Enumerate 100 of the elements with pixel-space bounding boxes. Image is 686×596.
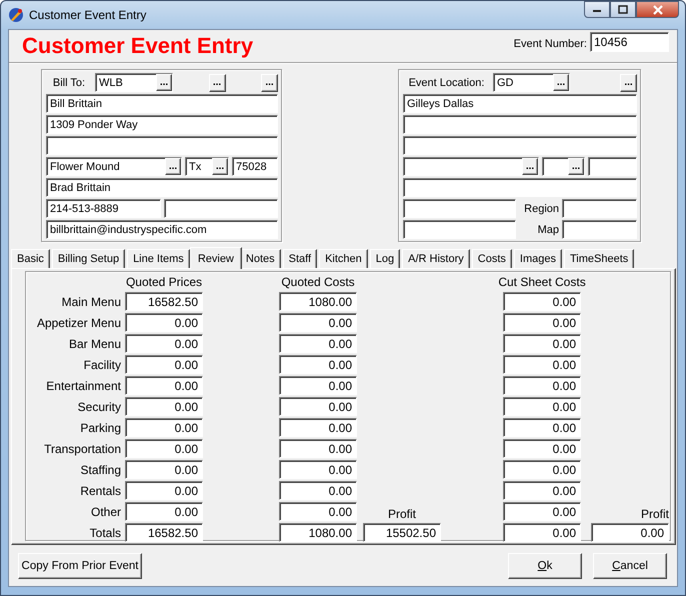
input-field[interactable]	[164, 199, 278, 218]
tab[interactable]: Billing Setup	[52, 249, 126, 268]
input-field[interactable]: 1309 Ponder Way	[46, 115, 278, 134]
tab[interactable]: A/R History	[402, 249, 470, 268]
amount-field[interactable]: 0.00	[279, 418, 357, 437]
amount-field[interactable]: 0.00	[503, 439, 581, 458]
input-field[interactable]	[562, 220, 637, 239]
amount-field[interactable]: 1080.00	[279, 523, 357, 542]
amount-field[interactable]: 1080.00	[279, 292, 357, 311]
amount-field[interactable]: 0.00	[279, 502, 357, 521]
amount-field[interactable]: 0.00	[503, 460, 581, 479]
amount-field[interactable]: 0.00	[125, 460, 203, 479]
tab[interactable]: Costs	[472, 249, 512, 268]
amount-field[interactable]: 0.00	[125, 355, 203, 374]
input-field[interactable]	[403, 220, 516, 239]
amount-field[interactable]: 0.00	[503, 313, 581, 332]
amount-field[interactable]: 0.00	[279, 397, 357, 416]
amount-field[interactable]: 0.00	[279, 334, 357, 353]
column-heading: Quoted Prices	[126, 275, 202, 289]
amount-field[interactable]: 0.00	[279, 355, 357, 374]
input-field[interactable]	[562, 199, 637, 218]
lookup-button[interactable]: ...	[261, 74, 278, 92]
lookup-button[interactable]: ...	[156, 74, 172, 91]
amount-field[interactable]: 0.00	[503, 523, 581, 542]
input-field[interactable]	[403, 136, 637, 155]
column-heading: Profit	[640, 507, 669, 521]
tab[interactable]: TimeSheets	[564, 249, 634, 268]
tab[interactable]: Line Items	[127, 249, 190, 268]
lookup-button[interactable]: ...	[568, 158, 584, 175]
tab[interactable]: Kitchen	[319, 249, 368, 268]
field-label: Event Location:	[408, 76, 486, 88]
form-title: Customer Event Entry	[22, 33, 254, 59]
tab[interactable]: Images	[514, 249, 562, 268]
tab[interactable]: Staff	[282, 249, 318, 268]
input-field[interactable]: ...	[403, 157, 539, 176]
event-number-field[interactable]: 10456	[590, 32, 669, 52]
amount-field[interactable]: 0.00	[279, 460, 357, 479]
input-field[interactable]: 214-513-8889	[46, 199, 160, 218]
amount-field[interactable]: 0.00	[125, 481, 203, 500]
lookup-button[interactable]: ...	[165, 158, 181, 175]
input-field[interactable]: WLB ...	[95, 73, 173, 92]
input-field[interactable]	[588, 157, 637, 176]
dialog-button[interactable]: Ok	[508, 552, 582, 578]
amount-field[interactable]: 0.00	[125, 334, 203, 353]
amount-field[interactable]: 0.00	[503, 481, 581, 500]
amount-field[interactable]: 16582.50	[125, 523, 203, 542]
maximize-button[interactable]	[610, 1, 636, 18]
amount-field[interactable]: 0.00	[125, 313, 203, 332]
input-field[interactable]	[46, 136, 278, 155]
amount-field[interactable]: 0.00	[503, 397, 581, 416]
amount-field[interactable]: 0.00	[279, 313, 357, 332]
input-field[interactable]: 75028	[232, 157, 278, 176]
row-label: Totals	[88, 526, 121, 540]
field-label: Map	[536, 224, 559, 236]
amount-field[interactable]: 0.00	[125, 397, 203, 416]
amount-field[interactable]: 0.00	[125, 439, 203, 458]
amount-field[interactable]: 0.00	[503, 334, 581, 353]
input-field[interactable]: billbrittain@industryspecific.com	[46, 220, 278, 239]
row-label: Appetizer Menu	[36, 316, 121, 330]
dialog-button[interactable]: Copy From Prior Event	[18, 552, 142, 578]
amount-field[interactable]: 0.00	[503, 292, 581, 311]
input-field[interactable]: GD ...	[493, 73, 570, 92]
input-field[interactable]: ...	[542, 157, 585, 176]
lookup-button[interactable]: ...	[212, 158, 228, 175]
amount-field[interactable]: 0.00	[279, 481, 357, 500]
amount-field[interactable]: 0.00	[503, 376, 581, 395]
row-label: Entertainment	[45, 378, 121, 392]
amount-field[interactable]: 0.00	[125, 376, 203, 395]
amount-field[interactable]: 0.00	[503, 502, 581, 521]
amount-field[interactable]: 16582.50	[125, 292, 203, 311]
amount-field[interactable]: 0.00	[125, 418, 203, 437]
tab[interactable]: Log	[370, 249, 400, 268]
input-field[interactable]: Brad Brittain	[46, 178, 278, 197]
amount-field[interactable]: 0.00	[591, 523, 669, 542]
minimize-button[interactable]	[584, 1, 610, 18]
tab[interactable]: Basic	[11, 249, 50, 268]
input-field[interactable]: Tx ...	[185, 157, 229, 176]
input-field[interactable]: Flower Mound ...	[46, 157, 182, 176]
lookup-button[interactable]: ...	[620, 74, 637, 92]
input-field[interactable]	[403, 199, 516, 218]
amount-field[interactable]: 0.00	[125, 502, 203, 521]
tab[interactable]: Notes	[240, 249, 281, 268]
lookup-button[interactable]: ...	[522, 158, 538, 175]
lookup-button[interactable]: ...	[553, 74, 569, 91]
amount-field[interactable]: 0.00	[279, 439, 357, 458]
close-button[interactable]	[636, 1, 679, 18]
dialog-button[interactable]: Cancel	[593, 552, 667, 578]
input-field[interactable]	[403, 115, 637, 134]
event-number-label: Event Number:	[514, 38, 587, 50]
amount-field[interactable]: 15502.50	[363, 523, 441, 542]
amount-field[interactable]: 0.00	[503, 418, 581, 437]
input-field[interactable]: Bill Brittain	[46, 94, 278, 113]
row-label: Other	[90, 504, 121, 518]
amount-field[interactable]: 0.00	[503, 355, 581, 374]
input-field[interactable]: Gilleys Dallas	[403, 94, 637, 113]
input-field[interactable]	[403, 178, 637, 197]
lookup-button[interactable]: ...	[208, 74, 226, 92]
amount-field[interactable]: 0.00	[279, 376, 357, 395]
column-heading: Quoted Costs	[281, 275, 355, 289]
tab[interactable]: Review	[190, 247, 242, 269]
